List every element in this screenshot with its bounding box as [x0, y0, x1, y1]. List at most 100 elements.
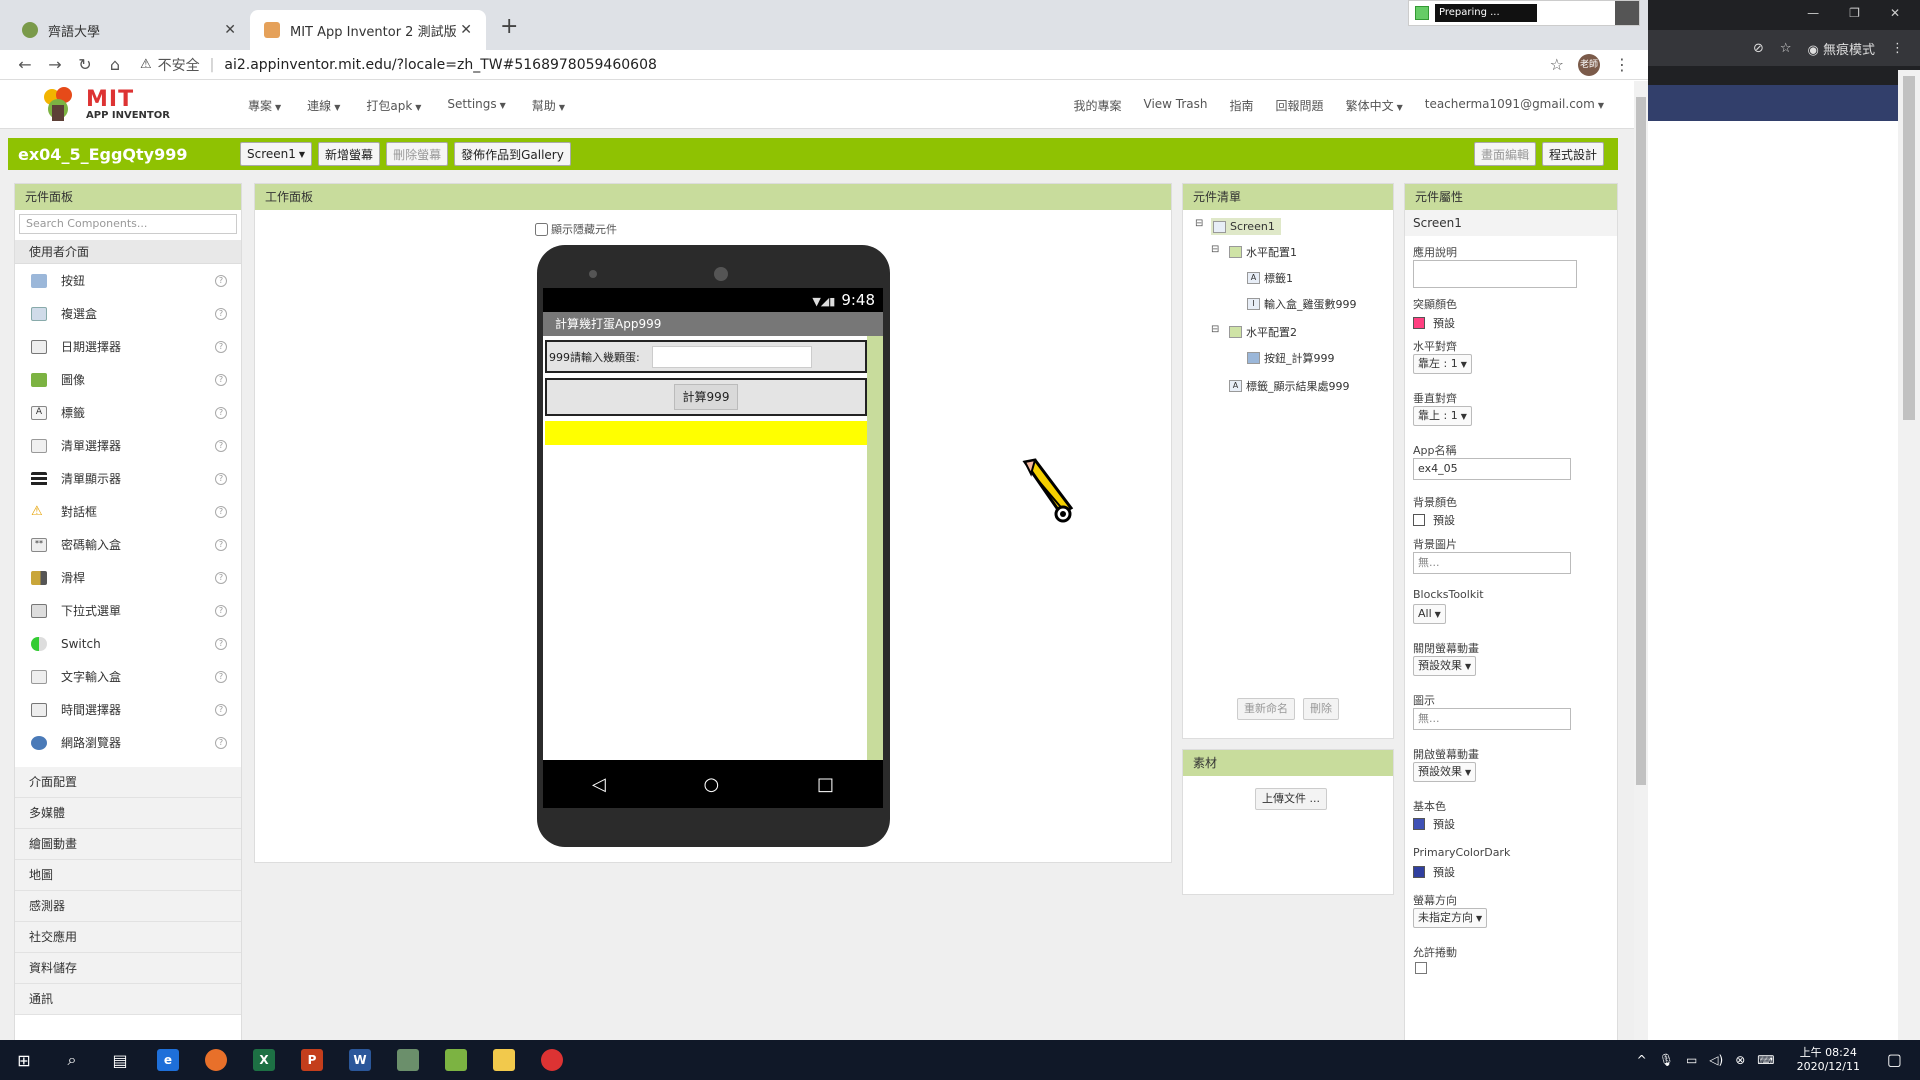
- palette-item-datepicker[interactable]: 日期選擇器?: [15, 330, 241, 363]
- help-icon[interactable]: ?: [215, 571, 227, 584]
- add-screen-button[interactable]: 新增螢幕: [318, 142, 381, 166]
- tree-screen1[interactable]: Screen1: [1211, 218, 1281, 235]
- palette-item-timepicker[interactable]: 時間選擇器?: [15, 693, 241, 726]
- palette-item-switch[interactable]: Switch?: [15, 627, 241, 660]
- ime-icon[interactable]: ⊗: [1735, 1053, 1745, 1067]
- menu-dots-icon[interactable]: ⋮: [1614, 55, 1630, 74]
- palette-item-checkbox[interactable]: 複選盒?: [15, 297, 241, 330]
- accent-color-picker[interactable]: 預設: [1413, 315, 1455, 331]
- reload-icon[interactable]: ↻: [70, 55, 100, 74]
- excel-icon[interactable]: X: [240, 1040, 288, 1080]
- scrollbar-thumb[interactable]: [1636, 97, 1646, 785]
- incognito-scrollbar[interactable]: [1898, 70, 1920, 1040]
- tray-chevron-icon[interactable]: ^: [1637, 1053, 1647, 1067]
- category-sensors[interactable]: 感測器: [15, 891, 241, 922]
- designer-button[interactable]: 畫面編輯: [1473, 142, 1536, 166]
- tree-textbox[interactable]: I 輸入盒_雞蛋數999: [1247, 296, 1357, 312]
- edge-icon[interactable]: e: [144, 1040, 192, 1080]
- close-anim-dropdown[interactable]: 預設效果 ▼: [1413, 656, 1477, 676]
- tab-app-inventor[interactable]: MIT App Inventor 2 測試版 ✕: [250, 10, 486, 50]
- url-field[interactable]: ⚠ 不安全 | ai2.appinventor.mit.edu/?locale=…: [140, 52, 1550, 78]
- tree-label-1[interactable]: A 標籤1: [1247, 270, 1293, 286]
- close-tab-icon[interactable]: ✕: [460, 22, 472, 38]
- menu-settings[interactable]: Settings ▼: [447, 97, 505, 114]
- appname-input[interactable]: ex4_05: [1413, 458, 1571, 480]
- microphone-icon[interactable]: 🎙: [1659, 1053, 1674, 1067]
- tree-result-label[interactable]: A 標籤_顯示結果處999: [1229, 378, 1350, 394]
- keyboard-icon[interactable]: ⌨: [1757, 1053, 1774, 1067]
- menu-dots-icon[interactable]: ⋮: [1891, 41, 1904, 56]
- view-trash-link[interactable]: View Trash: [1144, 97, 1208, 114]
- report-issue-link[interactable]: 回報問題: [1276, 97, 1324, 114]
- restore-icon[interactable]: ❐: [1849, 6, 1860, 24]
- tree-horizontal-arrangement-1[interactable]: 水平配置1: [1229, 244, 1297, 260]
- palette-item-spinner[interactable]: 下拉式選單?: [15, 594, 241, 627]
- palette-item-label[interactable]: A 標籤?: [15, 396, 241, 429]
- hide-eye-icon[interactable]: ⊘: [1753, 41, 1764, 56]
- palette-item-slider[interactable]: 滑桿?: [15, 561, 241, 594]
- search-components-input[interactable]: Search Components...: [19, 214, 237, 234]
- powerpoint-icon[interactable]: P: [288, 1040, 336, 1080]
- bookmark-star-icon[interactable]: ☆: [1780, 41, 1792, 56]
- menu-projects[interactable]: 專案 ▼: [248, 97, 281, 114]
- bgimage-input[interactable]: 無...: [1413, 552, 1571, 574]
- minimize-icon[interactable]: —: [1807, 6, 1819, 24]
- menu-build[interactable]: 打包apk ▼: [366, 97, 421, 114]
- palette-item-textbox[interactable]: 文字輸入盒?: [15, 660, 241, 693]
- publish-gallery-button[interactable]: 發佈作品到Gallery: [454, 142, 571, 166]
- tree-calc-button[interactable]: 按鈕_計算999: [1247, 350, 1335, 366]
- start-windows-icon[interactable]: ⊞: [0, 1040, 48, 1080]
- bookmark-star-icon[interactable]: ☆: [1550, 55, 1564, 74]
- account-email-menu[interactable]: teacherma1091@gmail.com ▼: [1425, 97, 1604, 114]
- preparing-close[interactable]: [1615, 1, 1639, 25]
- profile-avatar[interactable]: 老師: [1578, 53, 1600, 76]
- help-icon[interactable]: ?: [215, 439, 227, 452]
- help-icon[interactable]: ?: [215, 670, 227, 683]
- close-tab-icon[interactable]: ✕: [224, 22, 236, 38]
- phone-screen[interactable]: ▼◢▮ 9:48 計算幾打蛋App999 999請輸入幾顆蛋: 計算999: [543, 288, 883, 760]
- category-layout[interactable]: 介面配置: [15, 767, 241, 798]
- result-label[interactable]: [545, 421, 867, 445]
- collapse-icon[interactable]: ⊟: [1195, 218, 1203, 229]
- help-icon[interactable]: ?: [215, 703, 227, 716]
- upload-file-button[interactable]: 上傳文件 ...: [1255, 788, 1327, 810]
- screen-select[interactable]: Screen1 ▼: [240, 142, 313, 166]
- palette-item-image[interactable]: 圖像?: [15, 363, 241, 396]
- palette-item-button[interactable]: 按鈕?: [15, 264, 241, 297]
- label-1[interactable]: 999請輸入幾顆蛋:: [549, 349, 640, 365]
- notification-icon[interactable]: ▢: [1887, 1050, 1902, 1069]
- mit-app-inventor-logo[interactable]: MIT APP INVENTOR: [38, 85, 178, 125]
- rename-button[interactable]: 重新命名: [1237, 698, 1295, 720]
- horizontal-arrangement-1[interactable]: 999請輸入幾顆蛋:: [545, 340, 867, 373]
- menu-help[interactable]: 幫助 ▼: [532, 97, 565, 114]
- incognito-badge[interactable]: ◉ 無痕模式: [1808, 39, 1876, 58]
- forward-icon[interactable]: →: [40, 55, 70, 74]
- blocks-toolkit-dropdown[interactable]: All ▼: [1413, 604, 1446, 624]
- help-icon[interactable]: ?: [215, 604, 227, 617]
- category-maps[interactable]: 地圖: [15, 860, 241, 891]
- photos-icon[interactable]: [384, 1040, 432, 1080]
- back-icon[interactable]: ←: [10, 55, 40, 74]
- blocks-button[interactable]: 程式設計: [1541, 142, 1604, 166]
- network-icon[interactable]: ▭: [1686, 1053, 1697, 1067]
- help-icon[interactable]: ?: [215, 373, 227, 386]
- open-anim-dropdown[interactable]: 預設效果 ▼: [1413, 762, 1477, 782]
- collapse-icon[interactable]: ⊟: [1211, 244, 1219, 255]
- category-social[interactable]: 社交應用: [15, 922, 241, 953]
- calculate-button[interactable]: 計算999: [674, 384, 738, 410]
- primary-dark-picker[interactable]: 預設: [1413, 864, 1455, 880]
- tree-horizontal-arrangement-2[interactable]: 水平配置2: [1229, 324, 1297, 340]
- scrollable-checkbox[interactable]: [1415, 962, 1427, 974]
- volume-icon[interactable]: ◁): [1709, 1053, 1723, 1067]
- help-icon[interactable]: ?: [215, 538, 227, 551]
- help-icon[interactable]: ?: [215, 472, 227, 485]
- search-icon[interactable]: ⌕: [48, 1040, 96, 1080]
- scrollbar-thumb[interactable]: [1903, 76, 1915, 420]
- help-icon[interactable]: ?: [215, 505, 227, 518]
- help-icon[interactable]: ?: [215, 274, 227, 287]
- category-connectivity[interactable]: 通訊: [15, 984, 241, 1015]
- category-media[interactable]: 多媒體: [15, 798, 241, 829]
- category-storage[interactable]: 資料儲存: [15, 953, 241, 984]
- tab-school[interactable]: 齊語大學 ✕: [8, 10, 250, 50]
- palette-item-webviewer[interactable]: 網路瀏覽器?: [15, 726, 241, 759]
